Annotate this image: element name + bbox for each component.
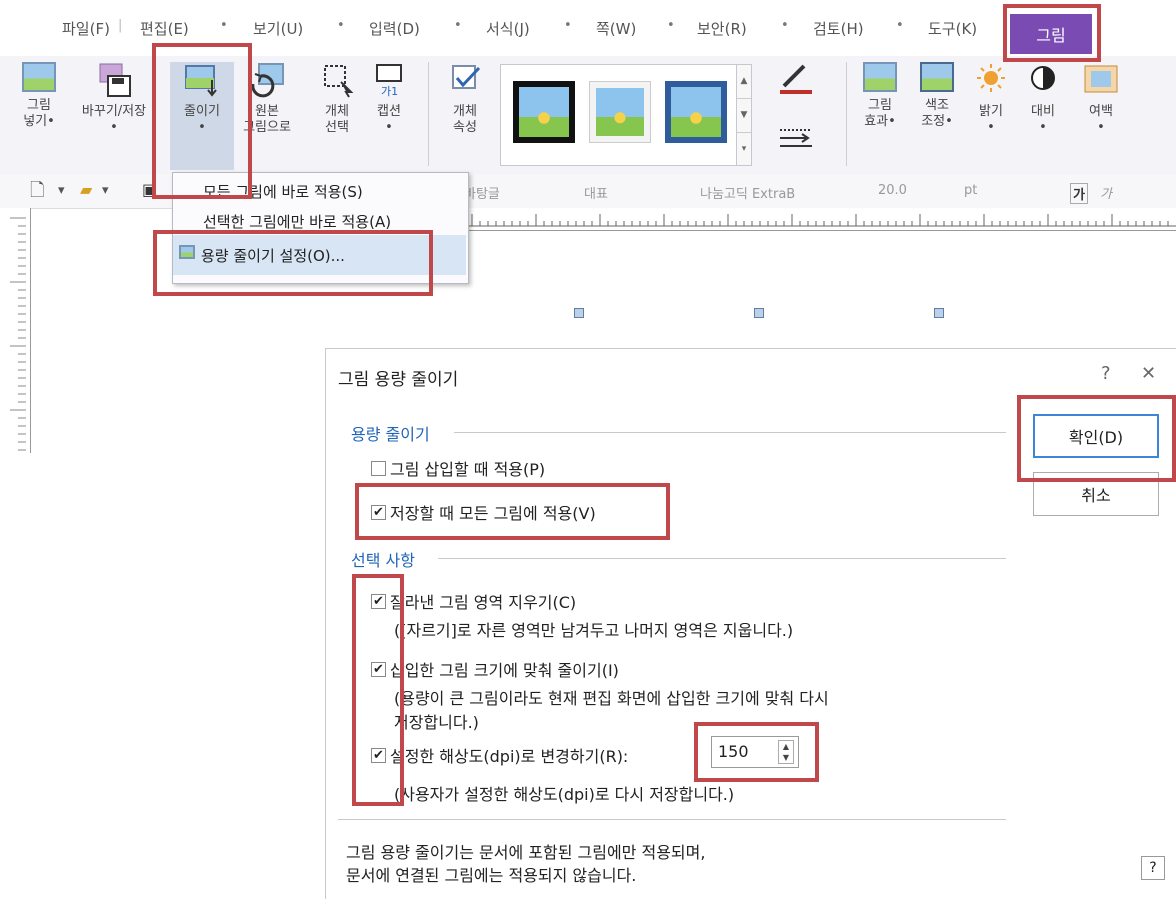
contrast-button[interactable]: 대비 • <box>1020 62 1066 136</box>
menu-format[interactable]: 서식(J) <box>486 18 530 39</box>
new-dropdown-icon[interactable]: ▾ <box>58 183 65 198</box>
para-style-select[interactable]: 대표 <box>584 183 608 202</box>
pen-icon <box>776 62 816 98</box>
contrast-icon <box>1023 62 1063 98</box>
option-insert-row: 그림 삽입할 때 적용(P) <box>371 456 545 480</box>
brightness-button[interactable]: 밝기 • <box>968 62 1014 136</box>
ruler-ticks <box>468 214 1176 227</box>
help-button[interactable]: ? <box>1141 856 1165 880</box>
bold-button[interactable]: 가 <box>1070 183 1088 204</box>
insert-picture-button[interactable]: 그림 넣기• <box>14 62 64 130</box>
margin-icon <box>1081 62 1121 98</box>
dpi-description: (사용자가 설정한 해상도(dpi)로 다시 저장합니다.) <box>394 785 735 804</box>
highlight-compress-settings <box>153 230 433 296</box>
picture-icon <box>22 62 56 92</box>
caption-icon: 가1 <box>369 62 409 98</box>
checkbox-insert[interactable] <box>371 460 386 476</box>
gallery-expand-icon[interactable]: ▾ <box>737 132 751 165</box>
check-properties-icon <box>445 62 485 98</box>
object-properties-button[interactable]: 개체 속성 <box>440 62 490 136</box>
option-dpi-row: ✔ 설정한 해상도(dpi)로 변경하기(R): <box>371 743 628 767</box>
line-color-button[interactable] <box>764 62 828 104</box>
highlight-save-option <box>355 483 670 540</box>
gallery-scrollbar[interactable]: ▲ ▼ ▾ <box>736 65 751 165</box>
replace-save-button[interactable]: 바꾸기/저장 • <box>66 62 162 136</box>
highlight-picture-tab <box>1003 4 1101 62</box>
dialog-close-icon[interactable]: ✕ <box>1141 363 1156 384</box>
font-unit-select[interactable]: pt <box>964 183 977 198</box>
svg-text:가1: 가1 <box>381 85 398 98</box>
footer-line2: 문서에 연결된 그림에는 적용되지 않습니다. <box>346 866 637 885</box>
style-thumb-white[interactable] <box>589 81 651 143</box>
crop-description: ([자르기]로 자른 영역만 남겨두고 나머지 영역은 지웁니다.) <box>394 621 794 640</box>
picture-effects-icon <box>863 62 897 92</box>
menu-review[interactable]: 검토(H) <box>813 18 864 39</box>
margin-button[interactable]: 여백 • <box>1076 62 1126 136</box>
fit-description-line2: 저장합니다.) <box>394 713 479 732</box>
highlight-compress-button <box>152 43 252 199</box>
color-adjust-icon <box>920 62 954 92</box>
gallery-up-icon[interactable]: ▲ <box>737 65 751 98</box>
menu-page[interactable]: 쪽(W) <box>596 18 636 39</box>
style-thumb-blue[interactable] <box>665 81 727 143</box>
footer-line1: 그림 용량 줄이기는 문서에 포함된 그림에만 적용되며, <box>346 843 706 862</box>
menu-tools[interactable]: 도구(K) <box>928 18 977 39</box>
section-options: 선택 사항 <box>351 551 415 570</box>
menu-edit[interactable]: 편집(E) <box>140 18 189 39</box>
selection-handle[interactable] <box>754 308 764 318</box>
new-document-icon[interactable]: 🗋 <box>30 178 44 208</box>
highlight-option-checkboxes <box>352 574 404 806</box>
font-size-input[interactable]: 20.0 <box>878 183 907 198</box>
menu-security[interactable]: 보안(R) <box>697 18 747 39</box>
picture-effects-button[interactable]: 그림 효과• <box>856 62 904 130</box>
caption-button[interactable]: 가1 캡션 • <box>364 62 414 136</box>
style-select[interactable]: 바탕글 <box>464 183 500 202</box>
gallery-down-icon[interactable]: ▼ <box>737 98 751 132</box>
menu-view[interactable]: 보기(U) <box>253 18 303 39</box>
selection-handle[interactable] <box>934 308 944 318</box>
select-object-button[interactable]: 개체 선택 <box>312 62 362 136</box>
highlight-ok-button <box>1017 395 1176 482</box>
menu-apply-selected[interactable]: 선택한 그림에만 바로 적용(A) <box>203 211 391 232</box>
fit-description-line1: (용량이 큰 그림이라도 현재 편집 화면에 삽입한 크기에 맞춰 다시 <box>394 689 829 708</box>
open-folder-icon[interactable]: ▰ <box>80 180 92 199</box>
vertical-ruler <box>0 208 31 453</box>
open-dropdown-icon[interactable]: ▾ <box>102 183 109 198</box>
option-fit-row: ✔ 삽입한 그림 크기에 맞춰 줄이기(I) <box>371 657 619 681</box>
horizontal-ruler <box>468 208 1176 231</box>
line-style-icon <box>776 124 816 160</box>
selection-handle[interactable] <box>574 308 584 318</box>
highlight-dpi-input <box>694 722 819 782</box>
sun-icon <box>971 62 1011 98</box>
line-style-button[interactable] <box>764 124 828 166</box>
restore-picture-icon <box>247 62 287 98</box>
replace-picture-icon <box>94 62 134 98</box>
picture-style-gallery[interactable]: ▲ ▼ ▾ <box>500 64 752 166</box>
select-object-icon <box>317 62 357 98</box>
menu-insert[interactable]: 입력(D) <box>369 18 420 39</box>
section-compress: 용량 줄이기 <box>351 425 430 444</box>
color-adjust-button[interactable]: 색조 조정• <box>912 62 962 130</box>
menu-file[interactable]: 파일(F) <box>62 18 110 39</box>
dialog-title: 그림 용량 줄이기 <box>338 370 459 390</box>
font-name-select[interactable]: 나눔고딕 ExtraB <box>700 183 795 202</box>
italic-button[interactable]: 가 <box>1100 183 1112 202</box>
dialog-help-icon[interactable]: ? <box>1101 363 1111 384</box>
style-thumb-black[interactable] <box>513 81 575 143</box>
